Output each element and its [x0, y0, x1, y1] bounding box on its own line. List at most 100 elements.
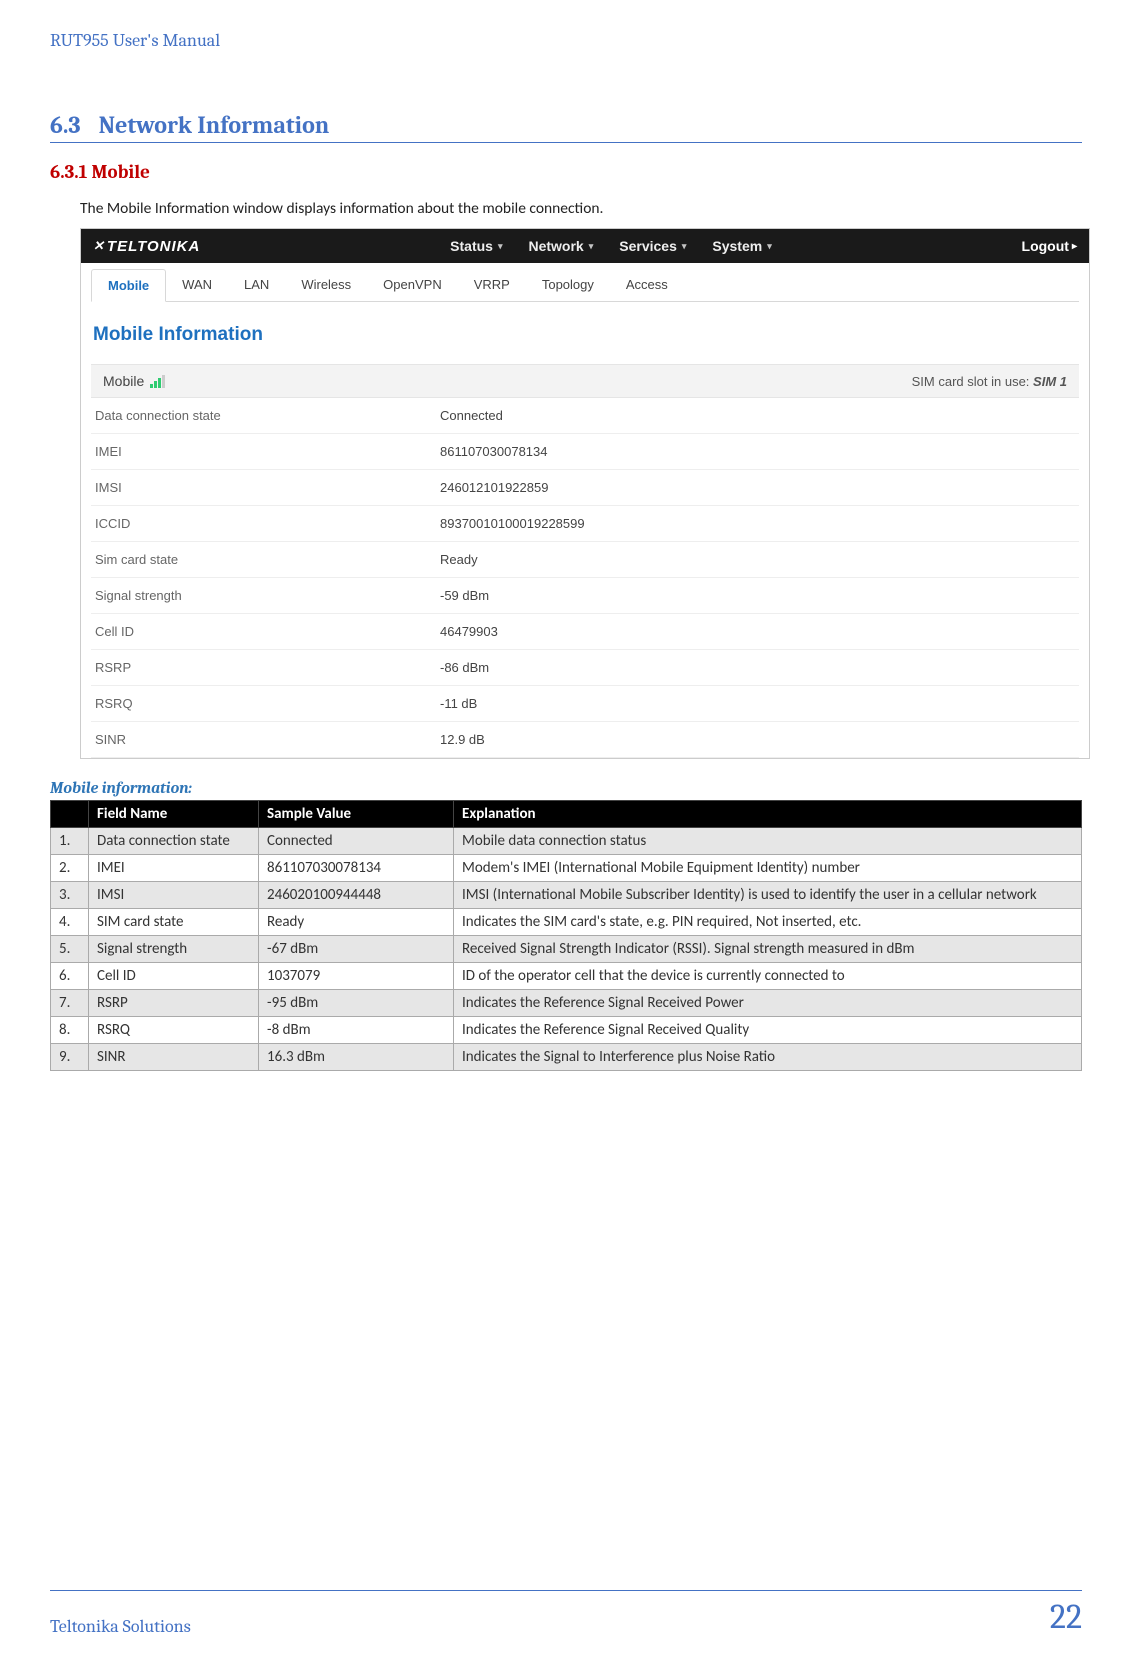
label: Data connection state — [95, 408, 440, 423]
table-caption: Mobile information: — [50, 779, 1082, 797]
table-header-row: Field Name Sample Value Explanation — [51, 801, 1082, 828]
table-row: 6.Cell ID1037079ID of the operator cell … — [51, 963, 1082, 990]
label: IMSI — [95, 480, 440, 495]
nav-status[interactable]: Status — [450, 238, 502, 254]
cell-num: 8. — [51, 1017, 89, 1044]
row-imei: IMEI861107030078134 — [91, 434, 1079, 470]
cell-sample: Ready — [259, 909, 454, 936]
value: 89370010100019228599 — [440, 516, 585, 531]
cell-sample: -95 dBm — [259, 990, 454, 1017]
cell-sample: 861107030078134 — [259, 855, 454, 882]
document-header: RUT955 User's Manual — [50, 30, 1082, 51]
value: 861107030078134 — [440, 444, 548, 459]
intro-paragraph: The Mobile Information window displays i… — [80, 199, 1082, 218]
info-rows: Data connection stateConnected IMEI86110… — [91, 398, 1079, 758]
label: Signal strength — [95, 588, 440, 603]
row-sim-card-state: Sim card stateReady — [91, 542, 1079, 578]
table-row: 3.IMSI246020100944448IMSI (International… — [51, 882, 1082, 909]
value: Connected — [440, 408, 503, 423]
subsection-heading: 6.3.1 Mobile — [50, 161, 1082, 183]
section-divider — [50, 142, 1082, 143]
tab-vrrp[interactable]: VRRP — [458, 269, 526, 301]
row-signal-strength: Signal strength-59 dBm — [91, 578, 1079, 614]
table-row: 1.Data connection stateConnectedMobile d… — [51, 828, 1082, 855]
cell-sample: Connected — [259, 828, 454, 855]
brand[interactable]: ✕ TELTONIKA — [93, 238, 200, 255]
top-nav: Status Network Services System — [450, 238, 772, 254]
value: -86 dBm — [440, 660, 489, 675]
footer-company: Teltonika Solutions — [50, 1616, 191, 1637]
page-title: Mobile Information — [93, 324, 1077, 346]
reference-table: Field Name Sample Value Explanation 1.Da… — [50, 800, 1082, 1071]
tab-lan[interactable]: LAN — [228, 269, 285, 301]
value: Ready — [440, 552, 478, 567]
tab-topology[interactable]: Topology — [526, 269, 610, 301]
tab-openvpn[interactable]: OpenVPN — [367, 269, 458, 301]
label: SINR — [95, 732, 440, 747]
nav-services[interactable]: Services — [619, 238, 686, 254]
value: 246012101922859 — [440, 480, 548, 495]
cell-explanation: ID of the operator cell that the device … — [454, 963, 1082, 990]
cell-field: Data connection state — [89, 828, 259, 855]
cell-explanation: Indicates the Reference Signal Received … — [454, 1017, 1082, 1044]
cell-num: 2. — [51, 855, 89, 882]
cell-field: Signal strength — [89, 936, 259, 963]
panel-header: Mobile SIM card slot in use: SIM 1 — [91, 364, 1079, 398]
cell-explanation: Received Signal Strength Indicator (RSSI… — [454, 936, 1082, 963]
cell-explanation: Indicates the Reference Signal Received … — [454, 990, 1082, 1017]
cell-sample: 1037079 — [259, 963, 454, 990]
row-iccid: ICCID89370010100019228599 — [91, 506, 1079, 542]
cell-explanation: Indicates the Signal to Interference plu… — [454, 1044, 1082, 1071]
tab-wan[interactable]: WAN — [166, 269, 228, 301]
table-row: 4.SIM card stateReadyIndicates the SIM c… — [51, 909, 1082, 936]
cell-field: RSRP — [89, 990, 259, 1017]
label: RSRP — [95, 660, 440, 675]
cell-field: SIM card state — [89, 909, 259, 936]
section-number: 6.3 — [50, 111, 81, 139]
value: 46479903 — [440, 624, 498, 639]
table-row: 7.RSRP-95 dBmIndicates the Reference Sig… — [51, 990, 1082, 1017]
table-row: 9.SINR16.3 dBmIndicates the Signal to In… — [51, 1044, 1082, 1071]
row-data-connection-state: Data connection stateConnected — [91, 398, 1079, 434]
nav-system[interactable]: System — [712, 238, 771, 254]
page-footer: Teltonika Solutions 22 — [50, 1590, 1082, 1637]
sim-slot-prefix: SIM card slot in use: — [912, 374, 1033, 389]
logout-link[interactable]: Logout — [1022, 238, 1077, 254]
cell-explanation: Modem's IMEI (International Mobile Equip… — [454, 855, 1082, 882]
tab-access[interactable]: Access — [610, 269, 684, 301]
label: Cell ID — [95, 624, 440, 639]
label: ICCID — [95, 516, 440, 531]
cell-explanation: Indicates the SIM card's state, e.g. PIN… — [454, 909, 1082, 936]
footer-divider — [50, 1590, 1082, 1591]
page-number: 22 — [1050, 1597, 1082, 1637]
nav-network[interactable]: Network — [528, 238, 593, 254]
cell-sample: -67 dBm — [259, 936, 454, 963]
sim-slot-value: SIM 1 — [1033, 374, 1067, 389]
row-sinr: SINR12.9 dB — [91, 722, 1079, 758]
label: Sim card state — [95, 552, 440, 567]
cell-num: 6. — [51, 963, 89, 990]
section-title: Network Information — [99, 111, 330, 139]
tab-bar: Mobile WAN LAN Wireless OpenVPN VRRP Top… — [91, 269, 1079, 302]
col-number — [51, 801, 89, 828]
cell-field: RSRQ — [89, 1017, 259, 1044]
app-screenshot: ✕ TELTONIKA Status Network Services Syst… — [80, 228, 1090, 759]
col-sample-value: Sample Value — [259, 801, 454, 828]
cell-num: 1. — [51, 828, 89, 855]
col-field-name: Field Name — [89, 801, 259, 828]
tab-wireless[interactable]: Wireless — [285, 269, 367, 301]
cell-sample: 246020100944448 — [259, 882, 454, 909]
cell-num: 4. — [51, 909, 89, 936]
panel-header-label: Mobile — [103, 373, 144, 389]
value: -59 dBm — [440, 588, 489, 603]
value: -11 dB — [440, 696, 477, 711]
tab-mobile[interactable]: Mobile — [91, 269, 166, 302]
cell-explanation: IMSI (International Mobile Subscriber Id… — [454, 882, 1082, 909]
cell-field: IMSI — [89, 882, 259, 909]
brand-text: TELTONIKA — [107, 238, 200, 255]
cell-explanation: Mobile data connection status — [454, 828, 1082, 855]
table-row: 5.Signal strength-67 dBmReceived Signal … — [51, 936, 1082, 963]
table-row: 2.IMEI861107030078134Modem's IMEI (Inter… — [51, 855, 1082, 882]
cell-num: 9. — [51, 1044, 89, 1071]
table-row: 8.RSRQ-8 dBmIndicates the Reference Sign… — [51, 1017, 1082, 1044]
